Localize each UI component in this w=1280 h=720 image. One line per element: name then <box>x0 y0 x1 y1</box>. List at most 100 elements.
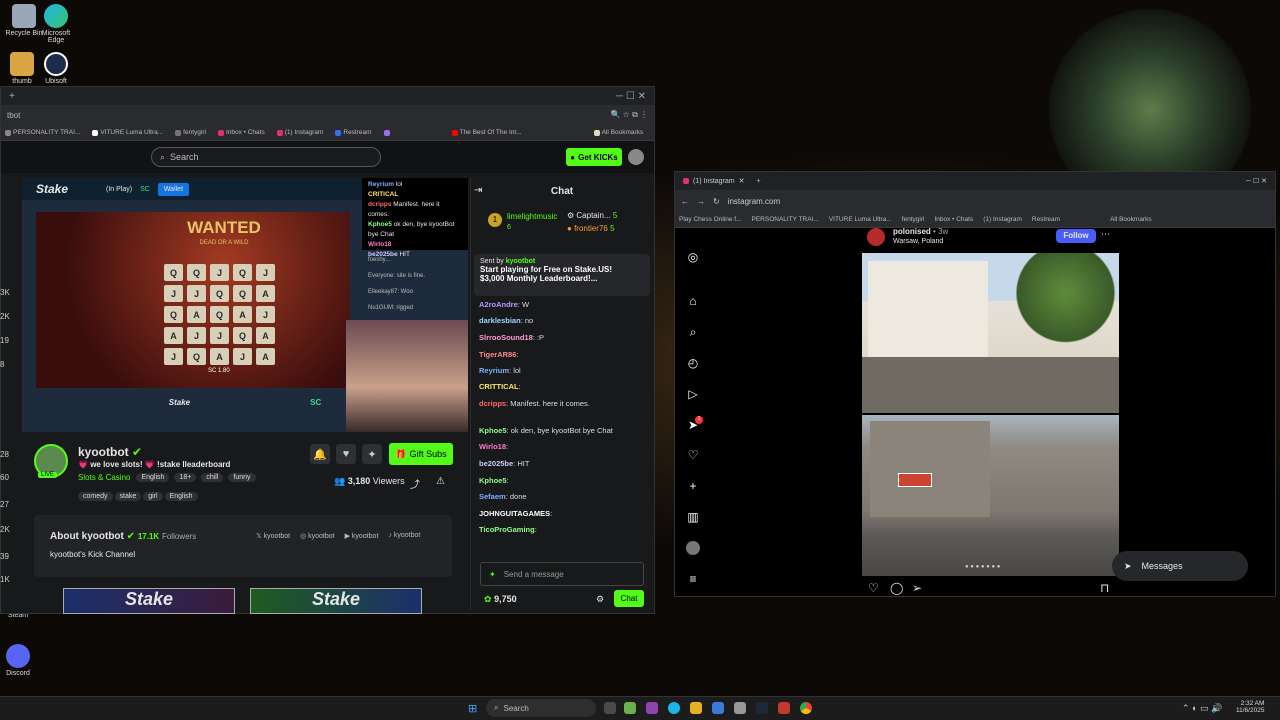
window-controls[interactable]: ─ ☐ ✕ <box>616 91 646 102</box>
chat-username[interactable]: SlrrooSound18 <box>479 333 533 342</box>
search-input[interactable]: ⌕ Search <box>151 147 381 167</box>
post-location[interactable]: Warsaw, Poland <box>893 238 943 245</box>
discord-icon[interactable]: Discord <box>0 644 40 677</box>
ig-address-bar[interactable]: ← → ↻ instagram.com <box>675 190 1275 212</box>
notifications-heart-icon[interactable]: ♡ <box>686 448 700 462</box>
ubisoft-icon[interactable]: Ubisoft <box>34 52 78 85</box>
chat-send-button[interactable]: Chat <box>614 590 644 607</box>
chat-username[interactable]: Kphoe5 <box>479 426 507 435</box>
comment-icon[interactable]: ◯ <box>890 581 903 595</box>
channel-points[interactable]: ✿ 9,750 <box>484 594 517 605</box>
bookmark-item[interactable]: Play Chess Online f... <box>679 216 742 223</box>
follow-button[interactable]: Follow <box>1056 229 1096 243</box>
star-icon[interactable]: ✦ <box>362 444 382 464</box>
report-icon[interactable]: ⚠ <box>436 476 445 487</box>
share-send-icon[interactable]: ➢ <box>912 581 922 595</box>
settings-icon[interactable] <box>734 702 746 714</box>
bookmark-item[interactable]: (1) Instagram <box>276 129 323 136</box>
instagram-link[interactable]: ◎ kyootbot <box>300 532 335 540</box>
bookmark-item[interactable] <box>383 129 390 136</box>
reels-icon[interactable]: ▷ <box>686 387 700 401</box>
follow-heart-icon[interactable]: ♥ <box>336 444 356 464</box>
bookmark-all[interactable]: All Bookmarks <box>593 129 643 136</box>
avatar[interactable] <box>628 149 644 165</box>
bookmark-item[interactable]: VITURE Luma Ultra... <box>92 129 163 136</box>
slot-game-area[interactable]: WANTED DEAD OR A WILD QQJQJ JJQQA QAQAJ … <box>36 212 350 388</box>
bookmark-all[interactable]: All Bookmarks <box>1110 216 1152 223</box>
post-image-top[interactable] <box>862 253 1119 413</box>
bookmark-item[interactable]: VITURE Luma Ultra... <box>829 216 892 223</box>
emote-picker-icon[interactable]: ✦ <box>489 570 496 579</box>
store-icon[interactable] <box>712 702 724 714</box>
back-icon[interactable]: ← <box>681 197 689 206</box>
bookmark-item[interactable]: fentygirl <box>175 129 206 136</box>
more-menu-icon[interactable]: ≡ <box>686 572 700 586</box>
like-heart-icon[interactable]: ♡ <box>868 581 879 595</box>
chat-username[interactable]: Wirlo18 <box>479 442 506 451</box>
pinned-message[interactable]: Sent by kyootbot Start playing for Free … <box>474 254 650 296</box>
leader-2[interactable]: ⚙ Captain... 5 <box>567 211 617 220</box>
bookmark-item[interactable]: PERSONALITY TRAI... <box>5 129 80 136</box>
save-bookmark-icon[interactable]: ⊓ <box>1100 581 1109 595</box>
chat-username[interactable]: be2025be <box>479 459 513 468</box>
start-icon[interactable]: ⊞ <box>468 702 477 715</box>
kick-address-bar[interactable]: tbot 🔍 ☆ ⧉ ⋮ <box>1 105 654 125</box>
x-link[interactable]: 𝕏 kyootbot <box>256 532 290 540</box>
steam-taskbar-icon[interactable] <box>756 702 768 714</box>
chat-username[interactable]: dcripps <box>479 399 506 408</box>
post-image-bottom[interactable] <box>862 415 1119 576</box>
ig-tab[interactable]: (1) Instagram ✕ + <box>683 177 761 185</box>
bookmark-item[interactable]: PERSONALITY TRAI... <box>752 216 819 223</box>
clock[interactable]: 2:32 AM 11/6/2025 <box>1236 700 1264 714</box>
chat-username[interactable]: A2roAndre <box>479 300 518 309</box>
ig-window-controls[interactable]: ─ ☐ ✕ <box>1246 177 1267 185</box>
search-icon[interactable]: ⌕ <box>686 325 700 339</box>
chrome-icon[interactable] <box>800 702 812 714</box>
share-icon[interactable]: ⤴ <box>410 476 420 491</box>
address-text[interactable]: tbot <box>7 111 20 120</box>
chat-username[interactable]: TicoProGaming <box>479 525 535 534</box>
gift-subs-button[interactable]: 🎁 Gift Subs <box>389 443 453 465</box>
bookmark-item[interactable]: Restream <box>1032 216 1060 223</box>
browser-toolbar-icons[interactable]: 🔍 ☆ ⧉ ⋮ <box>610 110 648 120</box>
bookmark-item[interactable]: Restream <box>335 129 372 136</box>
bookmark-item[interactable]: Inbox • Chats <box>217 129 265 136</box>
create-icon[interactable]: + <box>686 479 700 493</box>
post-author-avatar[interactable] <box>867 228 885 246</box>
bell-icon[interactable]: 🔔 <box>310 444 330 464</box>
post-author[interactable]: polonised • 3w <box>893 227 948 236</box>
chat-settings-icon[interactable]: ⚙ <box>596 594 604 605</box>
app-icon[interactable] <box>624 702 636 714</box>
chat-username[interactable]: CRITTICAL <box>479 382 519 391</box>
chat-username[interactable]: darklesbian <box>479 316 521 325</box>
chat-username[interactable]: Reyrium <box>479 366 509 375</box>
dashboard-icon[interactable]: ▥ <box>686 510 700 524</box>
chat-username[interactable]: Sefaem <box>479 492 506 501</box>
profile-avatar[interactable] <box>686 541 700 555</box>
chat-username[interactable]: JOHNGUITAGAMES <box>479 509 550 518</box>
app-icon[interactable] <box>778 702 790 714</box>
wallet-button[interactable]: Wallet <box>157 182 190 196</box>
bookmark-item[interactable]: Inbox • Chats <box>934 216 973 223</box>
tray-icons[interactable]: ⌃ ◐ ▭ 🔊 <box>1182 703 1222 714</box>
tiktok-link[interactable]: ♪ kyootbot <box>388 532 420 540</box>
chat-username[interactable]: Kphoe5 <box>479 476 507 485</box>
bookmark-item[interactable]: (1) Instagram <box>983 216 1022 223</box>
edge-taskbar-icon[interactable] <box>668 702 680 714</box>
forward-icon[interactable]: → <box>697 197 705 206</box>
taskbar-search[interactable]: ⌕ Search <box>486 699 596 717</box>
leader-3[interactable]: ● frontier76 5 <box>567 224 615 233</box>
get-kicks-button[interactable]: ● Get KICKs <box>566 148 622 166</box>
messages-bar[interactable]: ➤ Messages <box>1112 551 1248 581</box>
chat-username[interactable]: TigerAR86 <box>479 350 516 359</box>
bookmark-item[interactable]: The Best Of The Int... <box>451 129 522 136</box>
file-explorer-icon[interactable] <box>690 702 702 714</box>
youtube-link[interactable]: ▶ kyootbot <box>345 532 379 540</box>
task-view-icon[interactable] <box>604 702 616 714</box>
leader-name[interactable]: limelightmusic <box>507 212 557 221</box>
streamer-name[interactable]: kyootbot ✔ <box>78 445 142 459</box>
stream-video[interactable]: Stake (In Play) SC Wallet WANTED DEAD OR… <box>22 178 468 432</box>
category-link[interactable]: Slots & Casino <box>78 473 130 482</box>
post-options-icon[interactable]: ⋯ <box>1101 229 1110 240</box>
edge-desktop-icon[interactable]: Microsoft Edge <box>34 4 78 44</box>
